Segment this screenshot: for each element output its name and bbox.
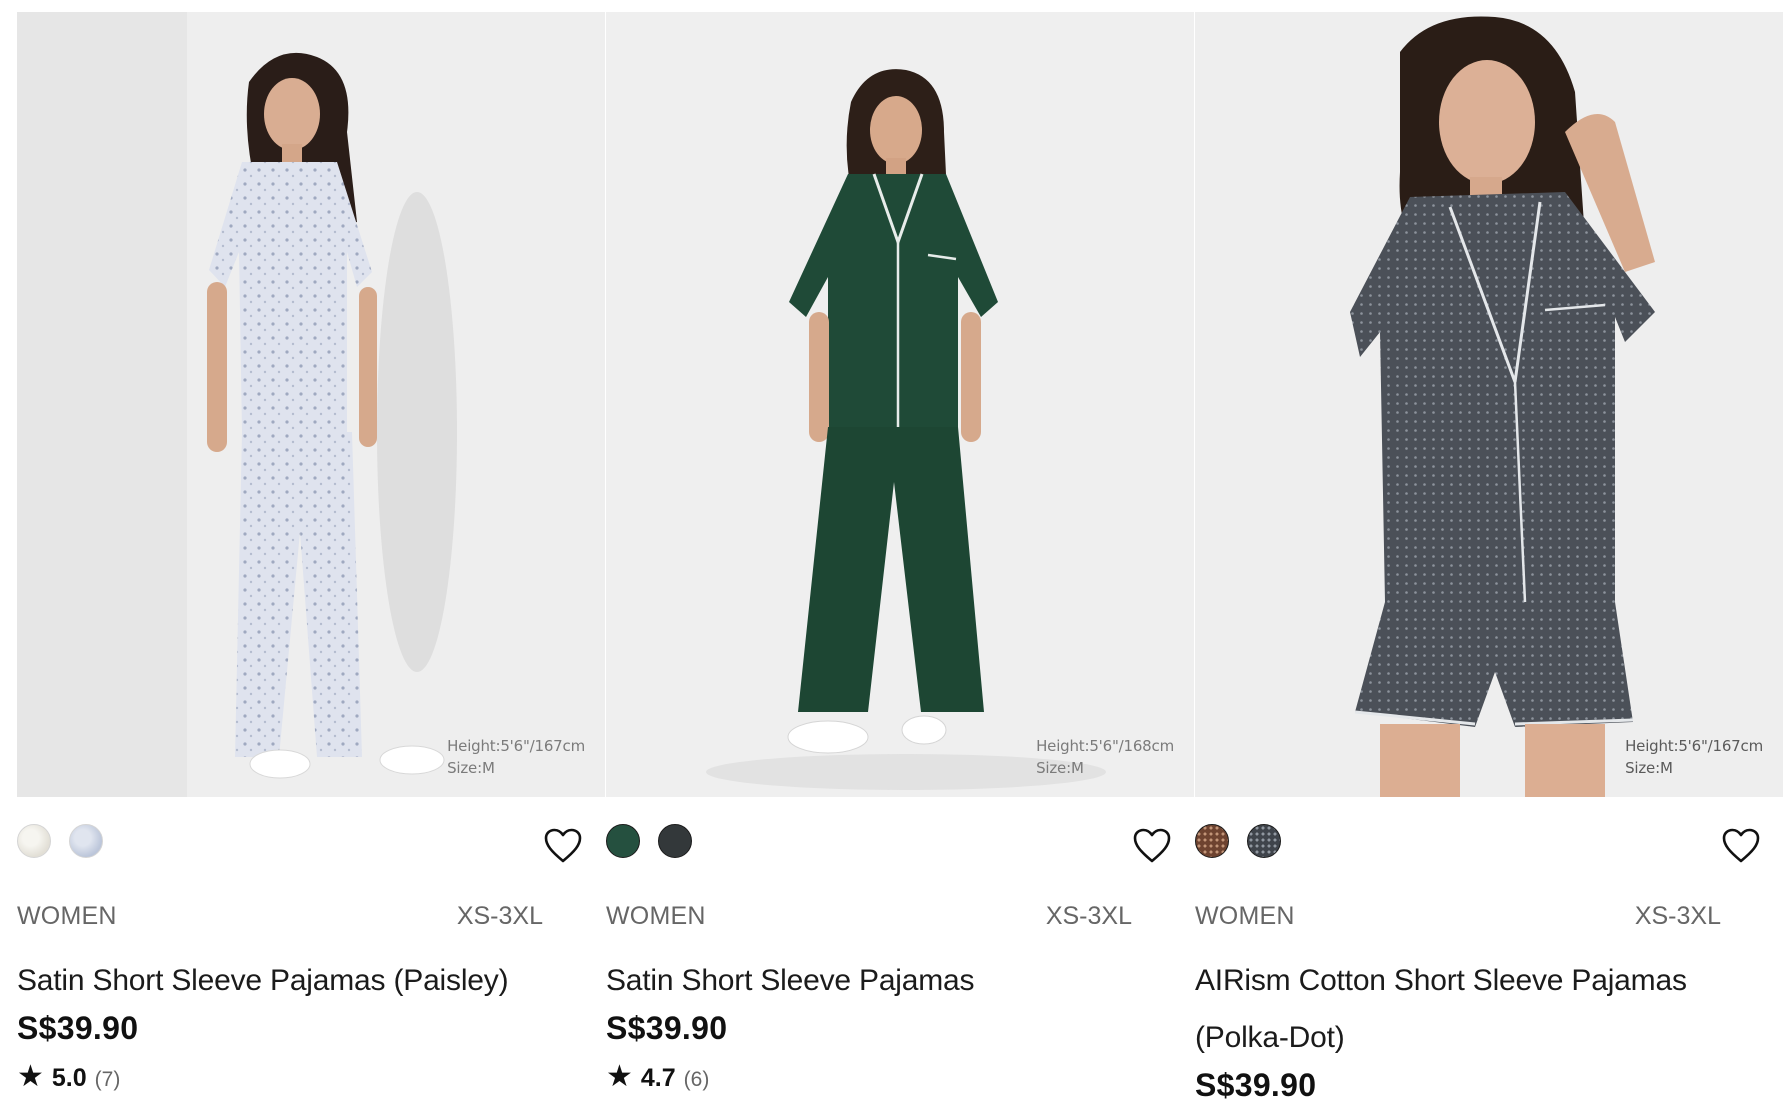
product-grid: Height:5'6"/167cm Size:M WOMEN XS-3XL Sa… [17,12,1783,1112]
model-photo-green-satin [606,12,1194,797]
product-card[interactable]: Height:5'6"/167cm Size:M WOMEN XS-3XL Sa… [17,12,605,1112]
product-name[interactable]: AIRism Cotton Short Sleeve Pajamas (Polk… [1195,952,1755,1066]
product-image[interactable]: Height:5'6"/168cm Size:M [606,12,1194,797]
product-gender: WOMEN [606,902,706,930]
color-swatch-gray[interactable] [1247,824,1281,858]
color-swatch-brown[interactable] [1195,824,1229,858]
product-rating[interactable]: ★ 4.7 (6) [606,1062,709,1093]
color-swatch-dark-green[interactable] [606,824,640,858]
model-measurements: Height:5'6"/167cm Size:M [447,735,585,779]
heart-outline-icon[interactable] [1721,827,1761,865]
star-icon: ★ [17,1060,44,1093]
model-height: Height:5'6"/168cm [1036,737,1174,755]
review-count: (6) [683,1068,710,1091]
product-size-range: XS-3XL [1045,902,1132,930]
heart-outline-icon[interactable] [1132,827,1172,865]
rating-score: 5.0 [51,1064,87,1092]
product-name[interactable]: Satin Short Sleeve Pajamas [606,952,1166,1009]
color-swatch-light-blue[interactable] [69,824,103,858]
rating-score: 4.7 [640,1064,676,1092]
color-swatches [17,824,103,860]
product-image[interactable]: Height:5'6"/167cm Size:M [1195,12,1783,797]
model-photo-paisley [17,12,605,797]
model-height: Height:5'6"/167cm [447,737,585,755]
product-card[interactable]: Height:5'6"/168cm Size:M WOMEN XS-3XL Sa… [606,12,1194,1112]
product-gender: WOMEN [17,902,117,930]
model-size: Size:M [447,759,495,777]
product-card[interactable]: Height:5'6"/167cm Size:M WOMEN XS-3XL AI… [1195,12,1783,1112]
product-price: S$39.90 [606,1010,728,1046]
model-measurements: Height:5'6"/167cm Size:M [1625,735,1763,779]
product-price: S$39.90 [1195,1067,1317,1103]
product-size-range: XS-3XL [456,902,543,930]
color-swatches [606,824,692,860]
product-image[interactable]: Height:5'6"/167cm Size:M [17,12,605,797]
product-size-range: XS-3XL [1634,902,1721,930]
star-icon: ★ [606,1060,633,1093]
model-size: Size:M [1036,759,1084,777]
product-rating[interactable]: ★ 5.0 (7) [17,1062,120,1093]
heart-outline-icon[interactable] [543,827,583,865]
model-photo-polka-dot [1195,12,1783,797]
color-swatch-off-white[interactable] [17,824,51,858]
color-swatches [1195,824,1281,860]
review-count: (7) [94,1068,121,1091]
model-measurements: Height:5'6"/168cm Size:M [1036,735,1174,779]
model-height: Height:5'6"/167cm [1625,737,1763,755]
color-swatch-charcoal[interactable] [658,824,692,858]
model-size: Size:M [1625,759,1673,777]
product-price: S$39.90 [17,1010,139,1046]
product-gender: WOMEN [1195,902,1295,930]
product-name[interactable]: Satin Short Sleeve Pajamas (Paisley) [17,952,577,1009]
